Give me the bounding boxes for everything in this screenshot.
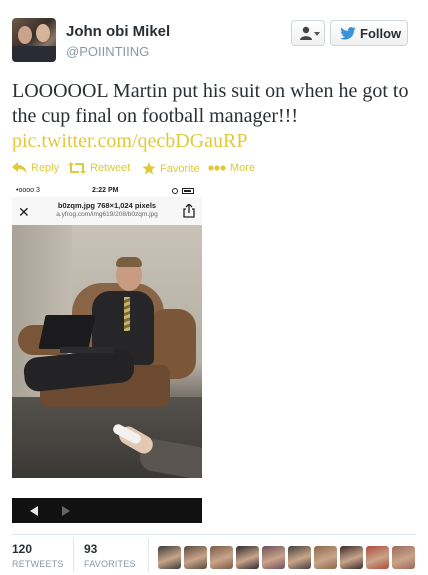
chevron-down-icon — [314, 32, 320, 36]
tweet-header: John obi Mikel @POIINTIING Follow — [12, 18, 416, 64]
more-label: More — [230, 162, 256, 174]
user-handle[interactable]: @POIINTIING — [66, 44, 149, 59]
status-time: 2:22 PM — [92, 187, 119, 194]
reply-label: Reply — [31, 162, 60, 174]
image-viewer-bar: ✕ b0zqm.jpg 768×1,024 pixels a.yfrog.com… — [12, 197, 202, 225]
laptop — [38, 315, 96, 349]
retweet-label: Retweet — [90, 162, 131, 174]
tweet-body: LOOOOOL Martin put his suit on when he g… — [12, 80, 409, 127]
tweet-actions: Reply Retweet Favorite More — [12, 160, 416, 180]
follow-button[interactable]: Follow — [330, 20, 408, 46]
retweets-stat[interactable]: 120 RETWEETS — [12, 542, 64, 569]
favorites-label: FAVORITES — [84, 559, 136, 569]
image-filename: b0zqm.jpg 768×1,024 pixels — [57, 201, 157, 210]
twitter-bird-icon — [340, 27, 356, 40]
favorite-action[interactable]: Favorite — [142, 162, 200, 175]
retweet-icon — [68, 162, 86, 174]
stat-separator — [148, 538, 149, 572]
avatar-face-left — [18, 26, 32, 44]
retweets-count: 120 — [12, 542, 33, 556]
retweets-label: RETWEETS — [12, 559, 64, 569]
favorite-label: Favorite — [160, 162, 200, 175]
user-actions-button[interactable] — [291, 20, 325, 46]
attached-photo[interactable]: •oooo 3 2:22 PM ✕ b0zqm.jpg 768×1,024 pi… — [12, 183, 202, 523]
photo-scene — [12, 225, 202, 478]
favoriter-avatar[interactable] — [184, 546, 207, 569]
favoriter-avatar[interactable] — [236, 546, 259, 569]
retweet-action[interactable]: Retweet — [68, 162, 130, 174]
favoriter-avatars — [158, 546, 415, 570]
laptop-base — [60, 347, 114, 353]
tweet-pic-link[interactable]: pic.twitter.com/qecbDGauRP — [12, 130, 248, 152]
striped-tie — [124, 297, 130, 331]
favoriter-avatar[interactable] — [314, 546, 337, 569]
favoriter-avatar[interactable] — [392, 546, 415, 569]
rotation-lock-icon — [172, 188, 178, 194]
favoriter-avatar[interactable] — [366, 546, 389, 569]
phone-status-bar: •oooo 3 2:22 PM — [12, 183, 202, 197]
star-icon — [142, 162, 156, 175]
favoriter-avatar[interactable] — [210, 546, 233, 569]
user-name[interactable]: John obi Mikel — [66, 23, 170, 40]
stat-separator — [73, 538, 74, 572]
favoriter-avatar[interactable] — [288, 546, 311, 569]
favoriter-avatar[interactable] — [158, 546, 181, 569]
avatar[interactable] — [12, 18, 56, 62]
battery-icon — [182, 188, 194, 194]
avatar-clothing — [12, 46, 56, 62]
person-icon — [300, 26, 312, 40]
favorites-stat[interactable]: 93 FAVORITES — [84, 542, 136, 569]
previous-arrow-icon[interactable] — [30, 506, 38, 516]
image-url: a.yfrog.com/img619/208/b0zqm.jpg — [56, 211, 158, 218]
favoriter-avatar[interactable] — [262, 546, 285, 569]
photo-nav-bar — [12, 498, 202, 523]
avatar-face-right — [36, 24, 50, 42]
stats-divider — [12, 534, 416, 535]
next-arrow-icon[interactable] — [62, 506, 70, 516]
favorites-count: 93 — [84, 542, 98, 556]
carrier-signal: •oooo 3 — [16, 187, 40, 194]
follow-label: Follow — [360, 26, 402, 41]
reply-icon — [12, 162, 27, 174]
tweet-text: LOOOOOL Martin put his suit on when he g… — [12, 79, 416, 154]
share-icon — [183, 204, 195, 218]
favoriter-avatar[interactable] — [340, 546, 363, 569]
more-icon — [208, 165, 226, 171]
man-hair — [116, 257, 142, 267]
reply-action[interactable]: Reply — [12, 162, 59, 174]
photo-letterbox — [12, 478, 202, 498]
more-action[interactable]: More — [208, 162, 255, 174]
